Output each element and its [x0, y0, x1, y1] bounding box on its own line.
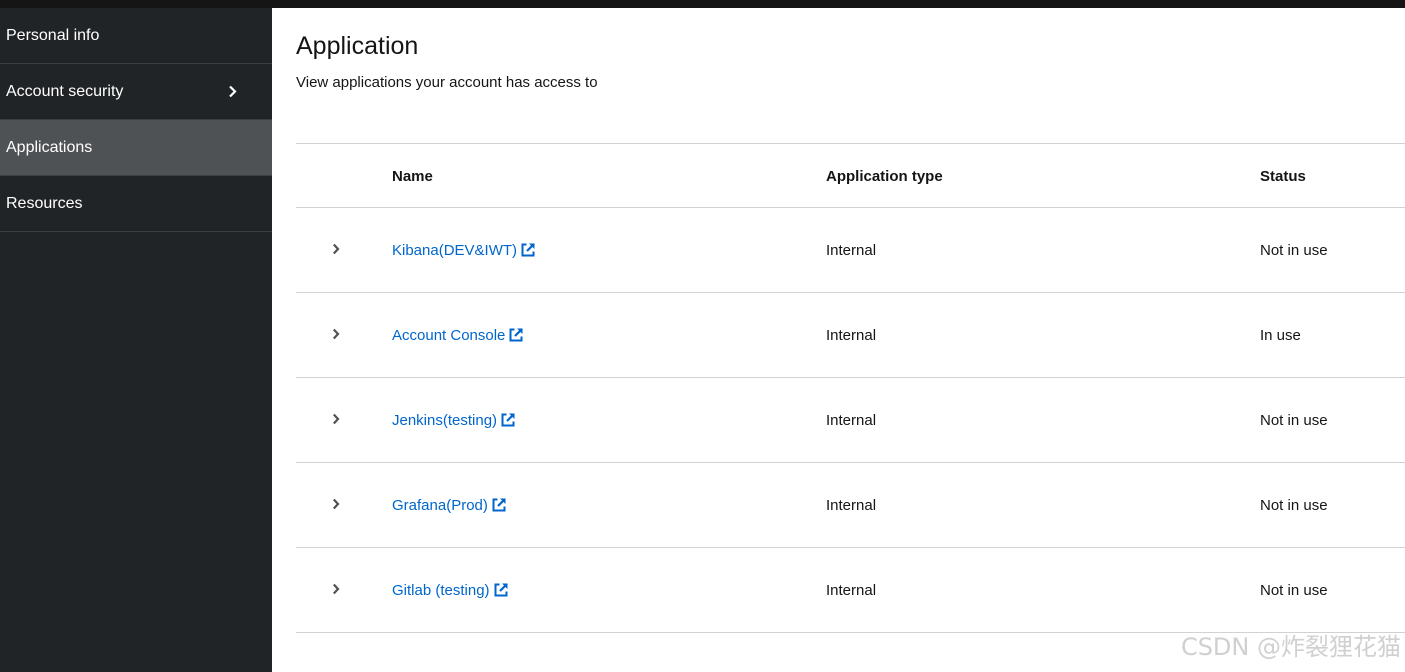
app-link[interactable]: Jenkins(testing): [392, 412, 516, 429]
app-status: Not in use: [1260, 411, 1328, 429]
sidebar-item-label: Personal info: [6, 26, 100, 44]
page-subtitle: View applications your account has acces…: [296, 74, 598, 91]
app-name: Grafana(Prod): [392, 496, 488, 514]
expand-row-toggle[interactable]: [328, 208, 344, 292]
table-row: Gitlab (testing) Internal Not in use: [296, 548, 1405, 633]
chevron-right-icon: [332, 327, 340, 344]
table-row: Jenkins(testing) Internal Not in use: [296, 378, 1405, 463]
app-type: Internal: [826, 581, 877, 599]
app-name: Kibana(DEV&IWT): [392, 241, 518, 259]
app-link[interactable]: Kibana(DEV&IWT): [392, 242, 536, 259]
table-row: Kibana(DEV&IWT) Internal Not in use: [296, 208, 1405, 293]
external-link-icon: [520, 242, 536, 258]
app-type: Internal: [826, 326, 877, 344]
main-content: Application View applications your accou…: [272, 8, 1405, 672]
chevron-right-icon: [332, 497, 340, 514]
app-link[interactable]: Gitlab (testing): [392, 582, 509, 599]
app-name: Gitlab (testing): [392, 581, 490, 599]
table-header: Name Application type Status: [296, 143, 1405, 208]
app-link[interactable]: Grafana(Prod): [392, 497, 507, 514]
app-type: Internal: [826, 411, 877, 429]
external-link-icon: [491, 497, 507, 513]
app-name: Jenkins(testing): [392, 411, 498, 429]
app-status: Not in use: [1260, 241, 1328, 259]
app-status: Not in use: [1260, 496, 1328, 514]
app-link[interactable]: Account Console: [392, 327, 524, 344]
sidebar-item-label: Resources: [6, 194, 83, 212]
chevron-right-icon: [332, 412, 340, 429]
column-header-status: Status: [1260, 167, 1306, 185]
external-link-icon: [500, 412, 516, 428]
sidebar-item-label: Applications: [6, 138, 93, 156]
sidebar-item-applications[interactable]: Applications: [0, 120, 272, 176]
app-status: In use: [1260, 326, 1301, 344]
app-type: Internal: [826, 241, 877, 259]
external-link-icon: [508, 327, 524, 343]
external-link-icon: [493, 582, 509, 598]
app-type: Internal: [826, 496, 877, 514]
sidebar-item-personal-info[interactable]: Personal info: [0, 8, 272, 64]
table-row: Account Console Internal In use: [296, 293, 1405, 378]
expand-row-toggle[interactable]: [328, 293, 344, 377]
table-row: Grafana(Prod) Internal Not in use: [296, 463, 1405, 548]
top-bar: [0, 0, 1405, 8]
app-name: Account Console: [392, 326, 506, 344]
expand-row-toggle[interactable]: [328, 378, 344, 462]
chevron-right-icon: [332, 242, 340, 259]
sidebar-item-account-security[interactable]: Account security: [0, 64, 272, 120]
expand-row-toggle[interactable]: [328, 548, 344, 632]
watermark: CSDN @炸裂狸花猫: [1180, 633, 1401, 661]
page-title: Application: [296, 32, 419, 60]
sidebar-item-label: Account security: [6, 82, 124, 100]
column-header-type: Application type: [826, 167, 943, 185]
applications-table: Name Application type Status Kibana(DEV&…: [296, 143, 1405, 633]
sidebar-nav: Personal info Account security Applicati…: [0, 8, 272, 672]
chevron-right-icon: [226, 84, 238, 100]
chevron-right-icon: [332, 582, 340, 599]
expand-row-toggle[interactable]: [328, 463, 344, 547]
app-status: Not in use: [1260, 581, 1328, 599]
column-header-name: Name: [392, 167, 433, 185]
sidebar-item-resources[interactable]: Resources: [0, 176, 272, 232]
